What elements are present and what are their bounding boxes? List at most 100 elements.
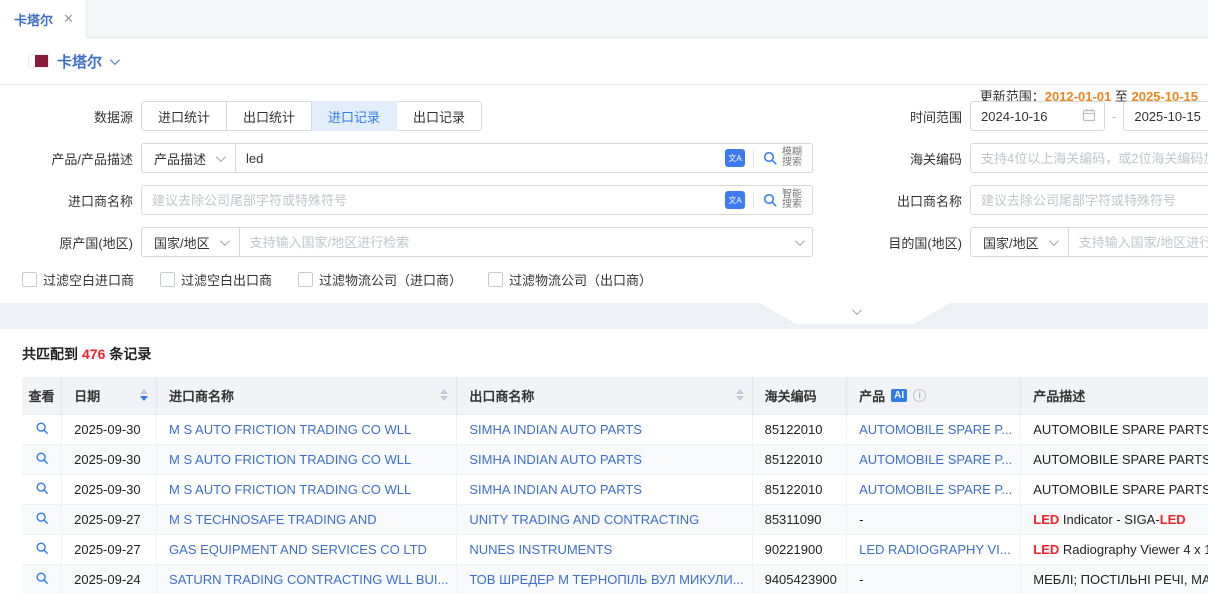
hs-code-field[interactable] [970,143,1208,173]
sort-desc-icon[interactable] [736,396,744,401]
date-end-field[interactable] [1123,101,1208,131]
description-text: МЕБЛІ; ПОСТІЛЬНІ РЕЧІ, МАТРАЦИ,... [1033,572,1208,587]
chevron-down-icon [216,152,226,162]
sort-desc-icon[interactable] [440,396,448,401]
sort-control[interactable] [140,389,148,401]
exporter-input[interactable] [971,186,1208,214]
exporter-link[interactable]: SIMHA INDIAN AUTO PARTS [469,452,642,467]
exporter-link[interactable]: SIMHA INDIAN AUTO PARTS [469,422,642,437]
filter-row-datasource: 数据源 进口统计出口统计进口记录出口记录 时间范围 - [0,101,1208,131]
checkbox-box[interactable] [298,272,313,287]
product-type-select[interactable]: 产品描述 [142,144,236,172]
filter-checkbox[interactable]: 过滤物流公司（进口商） [298,270,462,289]
date-start-input[interactable] [971,102,1082,130]
origin-country-select[interactable]: 国家/地区 [142,228,240,256]
product-value[interactable]: AUTOMOBILE SPARE P... [859,482,1012,497]
product-cell: - [847,564,1021,594]
column-header-2[interactable]: 日期 [62,377,157,414]
tab-close-icon[interactable]: ✕ [63,11,74,27]
description-text: AUTOMOBILE SPARE PARTS IND.ASS... [1033,482,1208,497]
filter-checkbox[interactable]: 过滤空白出口商 [160,270,272,289]
tab-qatar[interactable]: 卡塔尔 ✕ [0,0,87,38]
date-start-field[interactable] [970,101,1105,131]
chevron-down-icon[interactable] [795,236,805,246]
exporter-link[interactable]: SIMHA INDIAN AUTO PARTS [469,482,642,497]
view-search-icon [35,511,49,525]
description-cell: LED Radiography Viewer 4 x 16 inch [1021,534,1208,564]
importer-link[interactable]: GAS EQUIPMENT AND SERVICES CO LTD [169,542,427,557]
view-detail-button[interactable] [22,564,62,594]
importer-link[interactable]: M S AUTO FRICTION TRADING CO WLL [169,422,411,437]
product-cell: AUTOMOBILE SPARE P... [847,444,1021,474]
sort-asc-icon[interactable] [140,389,148,394]
chevron-down-icon [220,236,230,246]
filter-checkbox[interactable]: 过滤物流公司（出口商） [488,270,652,289]
importer-link-cell: M S TECHNOSAFE TRADING AND [157,504,457,534]
sort-asc-icon[interactable] [736,389,744,394]
importer-input[interactable] [142,186,717,214]
importer-link[interactable]: M S AUTO FRICTION TRADING CO WLL [169,482,411,497]
fuzzy-search-toggle[interactable]: 模糊搜索 [754,148,812,168]
smart-search-toggle[interactable]: 智能搜索 [754,190,812,210]
exporter-link-cell: UNITY TRADING AND CONTRACTING [457,504,752,534]
destination-label: 目的国(地区) [878,233,962,252]
table-row: 2025-09-30M S AUTO FRICTION TRADING CO W… [22,474,1208,504]
column-label: 海关编码 [765,386,817,405]
table-row: 2025-09-27 GAS EQUIPMENT AND SERVICES CO … [22,534,1208,564]
data-source-option[interactable]: 出口记录 [397,101,482,131]
calendar-icon[interactable] [1082,108,1096,125]
filter-checkbox[interactable]: 过滤空白进口商 [22,270,134,289]
hs-code-input[interactable] [971,144,1208,172]
table-header-row: 查看日期进口商名称出口商名称海关编码产品AIi产品描述 [22,377,1208,414]
destination-search-input[interactable] [1069,228,1208,256]
destination-country-select[interactable]: 国家/地区 [971,228,1069,256]
column-header-1: 查看 [22,377,62,414]
view-detail-button[interactable] [22,534,62,564]
view-detail-button[interactable] [22,474,62,504]
product-search-input[interactable] [236,144,717,172]
column-header-3[interactable]: 进口商名称 [157,377,457,414]
destination-group: 目的国(地区) 国家/地区 [878,227,1208,257]
exporter-link[interactable]: ТОВ ШРЕДЕР М ТЕРНОПІЛЬ ВУЛ МИКУЛИ... [469,572,743,587]
sort-control[interactable] [736,389,744,401]
translate-icon[interactable]: 文A [725,149,745,167]
importer-link[interactable]: M S AUTO FRICTION TRADING CO WLL [169,452,411,467]
sort-control[interactable] [440,389,448,401]
view-detail-button[interactable] [22,414,62,444]
hs-code-cell: 90221900 [752,534,847,564]
translate-icon[interactable]: 文A [725,191,745,209]
exporter-link[interactable]: NUNES INSTRUMENTS [469,542,612,557]
column-header-4[interactable]: 出口商名称 [457,377,752,414]
checkbox-row: 过滤空白进口商 过滤空白出口商 过滤物流公司（进口商） 过滤物流公司（出口商） [0,269,1208,289]
date-cell: 2025-09-27 [62,534,157,564]
checkbox-box[interactable] [488,272,503,287]
view-detail-button[interactable] [22,504,62,534]
data-source-option[interactable]: 进口记录 [312,101,397,131]
product-value: - [859,572,863,587]
origin-search-input[interactable] [240,228,791,256]
importer-link[interactable]: M S TECHNOSAFE TRADING AND [169,512,377,527]
exporter-label: 出口商名称 [878,191,962,210]
ai-badge: AI [891,389,907,402]
collapse-toggle[interactable] [760,303,950,324]
country-chevron-down-icon[interactable] [110,55,120,65]
data-source-option[interactable]: 出口统计 [227,101,312,131]
exporter-link[interactable]: UNITY TRADING AND CONTRACTING [469,512,699,527]
product-value[interactable]: LED RADIOGRAPHY VI... [859,542,1010,557]
exporter-field[interactable] [970,185,1208,215]
info-icon[interactable]: i [913,389,926,402]
product-value[interactable]: AUTOMOBILE SPARE P... [859,452,1012,467]
sort-asc-icon[interactable] [440,389,448,394]
product-value[interactable]: AUTOMOBILE SPARE P... [859,422,1012,437]
checkbox-box[interactable] [160,272,175,287]
importer-link[interactable]: SATURN TRADING CONTRACTING WLL BUI... [169,572,448,587]
date-end-input[interactable] [1124,102,1208,130]
description-cell: LED Indicator - SIGA-LED [1021,504,1208,534]
date-cell: 2025-09-30 [62,414,157,444]
sort-desc-icon[interactable] [140,396,148,401]
hs-code-cell: 85122010 [752,414,847,444]
data-source-option[interactable]: 进口统计 [141,101,227,131]
checkbox-box[interactable] [22,272,37,287]
importer-link-cell: SATURN TRADING CONTRACTING WLL BUI... [157,564,457,594]
view-detail-button[interactable] [22,444,62,474]
